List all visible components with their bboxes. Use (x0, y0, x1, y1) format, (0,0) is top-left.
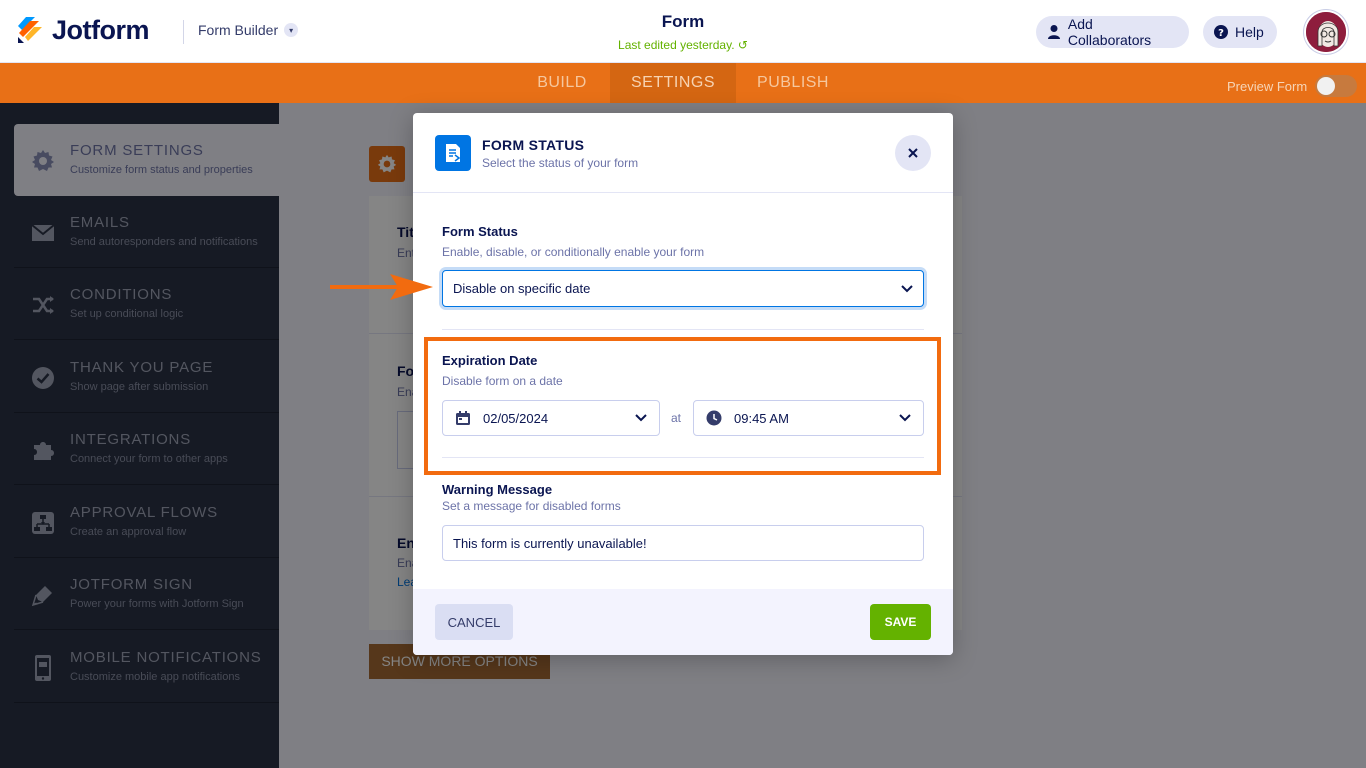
modal-footer: CANCEL SAVE (413, 589, 953, 655)
modal-header: FORM STATUS Select the status of your fo… (413, 113, 953, 193)
pointer-arrow-icon (330, 274, 433, 300)
builder-tab-bar: BUILD SETTINGS PUBLISH (0, 63, 1366, 103)
form-status-icon (435, 135, 471, 171)
save-button[interactable]: SAVE (870, 604, 931, 640)
tab-settings[interactable]: SETTINGS (610, 63, 736, 103)
form-status-select[interactable]: Disable on specific date (442, 270, 924, 307)
help-button[interactable]: ? Help (1203, 16, 1277, 48)
section-divider (442, 329, 924, 330)
add-collaborators-button[interactable]: Add Collaborators (1036, 16, 1189, 48)
modal-subtitle: Select the status of your form (482, 156, 639, 170)
form-status-label: Form Status (442, 224, 518, 239)
form-status-value: Disable on specific date (453, 281, 591, 296)
refresh-icon: ↺ (737, 38, 748, 52)
modal-title: FORM STATUS (482, 137, 585, 153)
form-status-desc: Enable, disable, or conditionally enable… (442, 245, 705, 259)
tab-build[interactable]: BUILD (514, 63, 610, 103)
last-edited-text: Last edited yesterday. (618, 38, 735, 52)
avatar[interactable] (1304, 10, 1348, 54)
preview-form-toggle[interactable] (1315, 75, 1358, 97)
close-icon (908, 148, 918, 158)
help-label: Help (1235, 24, 1264, 40)
expiration-highlight-box (424, 337, 941, 475)
warning-message-input[interactable]: This form is currently unavailable! (442, 525, 924, 561)
warning-message-value: This form is currently unavailable! (453, 535, 647, 551)
warning-message-desc: Set a message for disabled forms (442, 499, 621, 513)
warning-message-label: Warning Message (442, 482, 553, 497)
preview-form-label: Preview Form (1227, 78, 1308, 94)
preview-form-control: Preview Form (1227, 75, 1358, 97)
tab-publish[interactable]: PUBLISH (736, 63, 850, 103)
svg-text:?: ? (1218, 28, 1224, 39)
top-header: Jotform Form Builder ▾ Form Last edited … (0, 0, 1366, 63)
chevron-down-icon (901, 284, 913, 292)
close-button[interactable] (895, 135, 931, 171)
question-icon: ? (1213, 24, 1229, 40)
cancel-button[interactable]: CANCEL (435, 604, 513, 640)
user-icon (1046, 24, 1062, 40)
add-collaborators-label: Add Collaborators (1067, 16, 1152, 48)
